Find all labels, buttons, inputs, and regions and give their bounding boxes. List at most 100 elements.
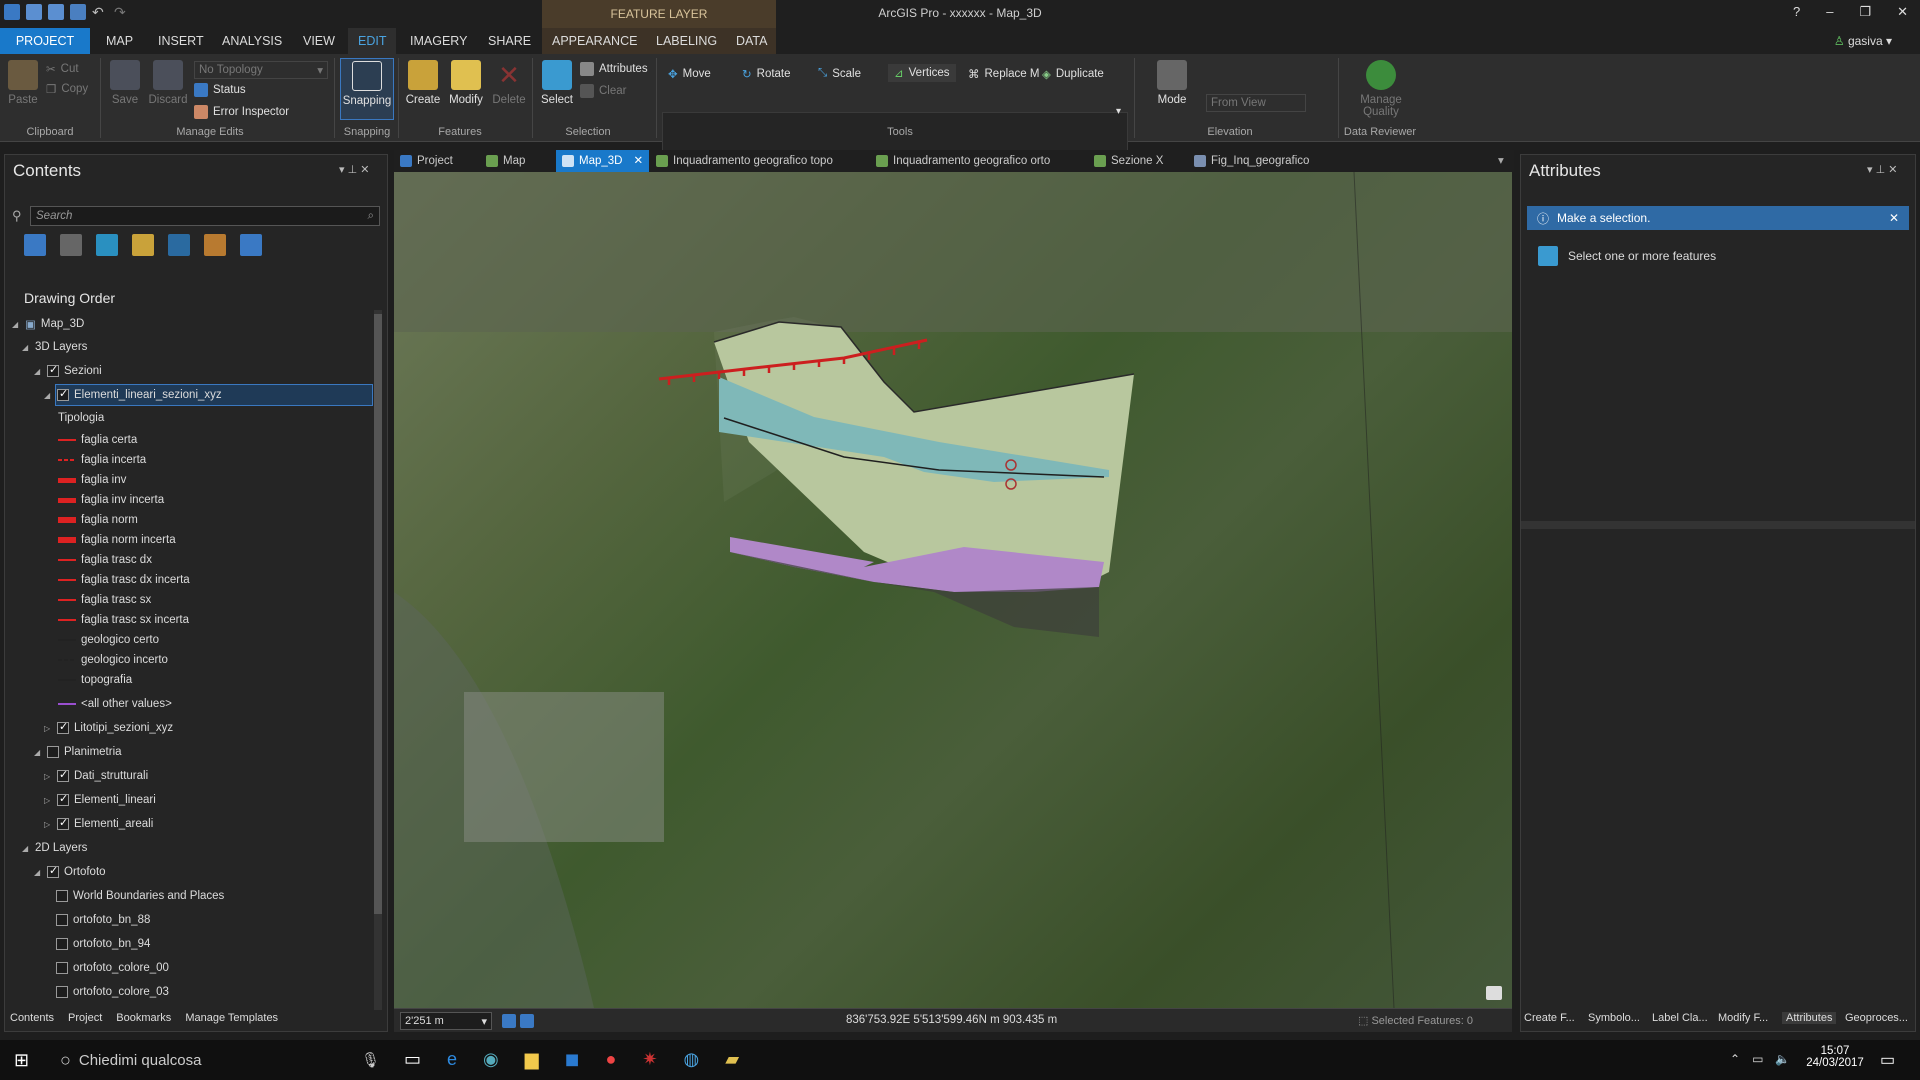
scale-dropdown[interactable]: 2'251 m ▾ (400, 1012, 492, 1030)
tree-node-sezioni[interactable]: ◢Sezioni (34, 363, 102, 377)
tab-bookmarks[interactable]: Bookmarks (116, 1012, 171, 1032)
layer-visibility-checkbox[interactable] (57, 768, 69, 782)
close-button[interactable]: ✕ (1897, 4, 1908, 20)
elevation-from-view-field[interactable]: From View (1206, 94, 1306, 112)
pane-options[interactable]: ▾ ⊥ ✕ (339, 163, 369, 176)
layer-visibility-checkbox[interactable] (56, 938, 68, 950)
restore-button[interactable]: ❐ (1859, 4, 1871, 20)
scrollbar-thumb[interactable] (374, 314, 382, 914)
edge-icon[interactable]: e (447, 1049, 457, 1070)
contents-scrollbar[interactable] (374, 310, 382, 1010)
tab-share[interactable]: SHARE (478, 28, 541, 54)
tree-node-ortofoto-bn-88[interactable]: ortofoto_bn_88 (56, 914, 150, 926)
tab-analysis[interactable]: ANALYSIS (212, 28, 292, 54)
tree-node-ortofoto-colore-03[interactable]: ortofoto_colore_03 (56, 986, 169, 998)
tree-node-dati-strutturali[interactable]: ▷Dati_strutturali (44, 768, 148, 782)
tree-node-ortofoto-bn-94[interactable]: ortofoto_bn_94 (56, 938, 150, 950)
tab-edit[interactable]: EDIT (348, 28, 397, 54)
task-view-icon[interactable]: ▭ (404, 1049, 421, 1070)
tab-project[interactable]: PROJECT (0, 28, 90, 54)
tab-contents[interactable]: Contents (10, 1012, 54, 1032)
volume-icon[interactable]: 🔈 (1775, 1052, 1790, 1066)
scene-canvas[interactable] (394, 171, 1512, 1009)
tree-node-map3d[interactable]: ◢ ▣ Map_3D (12, 317, 84, 331)
tab-data[interactable]: DATA (726, 28, 776, 54)
network-icon[interactable]: ▭ (1752, 1052, 1763, 1066)
doc-tab-fig-inq-geografico[interactable]: Fig_Inq_geografico (1194, 150, 1309, 172)
tab-insert[interactable]: INSERT (148, 28, 214, 54)
discard-button[interactable]: Discard (146, 60, 190, 106)
list-by-charts-icon[interactable] (240, 234, 262, 256)
layer-visibility-checkbox[interactable] (56, 914, 68, 926)
doc-tabs-overflow[interactable]: ▾ (1498, 150, 1504, 172)
create-button[interactable]: Create (404, 60, 442, 106)
tab-modify-features[interactable]: Modify F... (1718, 1012, 1768, 1024)
tab-geoprocessing[interactable]: Geoproces... (1845, 1012, 1908, 1024)
file-explorer-icon[interactable]: ▆ (525, 1049, 539, 1070)
outlook-icon[interactable]: ◼ (565, 1049, 580, 1070)
tree-node-elementi-lineari-sezioni[interactable]: ◢Elementi_lineari_sezioni_xyz (44, 387, 222, 401)
tree-node-2d-layers[interactable]: ◢ 2D Layers (22, 842, 87, 854)
replace-geometry-tool[interactable]: ⌘ Replace M (968, 67, 1039, 81)
action-center-icon[interactable]: ▭ (1880, 1050, 1895, 1070)
vertices-tool[interactable]: ⊿ Vertices (888, 64, 956, 82)
tab-create-features[interactable]: Create F... (1524, 1012, 1575, 1024)
contents-search-input[interactable]: Search ⌕ (30, 206, 380, 226)
view-tool-icon[interactable] (502, 1014, 516, 1028)
attributes-button[interactable]: Attributes (580, 62, 648, 76)
tab-appearance[interactable]: APPEARANCE (542, 28, 648, 54)
list-by-snapping-icon[interactable] (168, 234, 190, 256)
paste-button[interactable]: Paste (6, 60, 40, 106)
minimize-button[interactable]: – (1826, 4, 1833, 20)
tab-attributes[interactable]: Attributes (1782, 1012, 1837, 1024)
help-button[interactable]: ? (1793, 4, 1800, 20)
windows-start-icon[interactable]: ⊞ (14, 1050, 29, 1071)
tree-node-world-boundaries[interactable]: World Boundaries and Places (56, 890, 224, 902)
tree-node-litotipi[interactable]: ▷Litotipi_sezioni_xyz (44, 720, 173, 734)
tree-node-3d-layers[interactable]: ◢ 3D Layers (22, 341, 87, 353)
layer-visibility-checkbox[interactable] (57, 720, 69, 734)
layer-visibility-checkbox[interactable] (47, 864, 59, 878)
tree-node-planimetria[interactable]: ◢ Planimetria (34, 746, 122, 758)
close-icon[interactable]: ✕ (633, 150, 643, 172)
tab-labeling[interactable]: LABELING (646, 28, 728, 54)
filter-icon[interactable]: ⚲ (12, 208, 22, 224)
tree-node-ortofoto-colore-00[interactable]: ortofoto_colore_00 (56, 962, 169, 974)
user-account[interactable]: ♙ gasiva ▾ (1834, 34, 1892, 48)
list-by-selection-icon[interactable] (96, 234, 118, 256)
clock[interactable]: 15:07 24/03/2017 (1800, 1045, 1870, 1069)
tree-node-elementi-lineari[interactable]: ▷Elementi_lineari (44, 792, 156, 806)
layer-visibility-checkbox[interactable] (56, 962, 68, 974)
move-tool[interactable]: ✥ Move (668, 67, 711, 81)
chevron-up-icon[interactable]: ⌃ (1730, 1052, 1740, 1066)
tools-gallery-expand[interactable]: ▾ (1116, 106, 1121, 117)
doc-tab-inquadramento-orto[interactable]: Inquadramento geografico orto (876, 150, 1050, 172)
chrome-icon[interactable]: ● (606, 1049, 617, 1070)
close-icon[interactable]: ✕ (1889, 211, 1899, 225)
pane-splitter[interactable] (1521, 521, 1915, 529)
selected-features-count[interactable]: ⬚ Selected Features: 0 (1358, 1014, 1473, 1027)
layer-visibility-checkbox[interactable] (56, 986, 68, 998)
tab-manage-templates[interactable]: Manage Templates (185, 1012, 278, 1032)
doc-tab-sezione-x[interactable]: Sezione X (1094, 150, 1163, 172)
tool-app-icon[interactable]: ✷ (642, 1049, 657, 1070)
tree-node-elementi-areali[interactable]: ▷Elementi_areali (44, 816, 153, 830)
layer-visibility-checkbox[interactable] (57, 792, 69, 806)
tab-imagery[interactable]: IMAGERY (400, 28, 477, 54)
tab-view[interactable]: VIEW (293, 28, 345, 54)
view-tool-icon[interactable] (520, 1014, 534, 1028)
archive-app-icon[interactable]: ▰ (725, 1049, 739, 1070)
elevation-mode-button[interactable]: Mode (1148, 60, 1196, 106)
tab-map[interactable]: MAP (96, 28, 143, 54)
tab-symbology[interactable]: Symbolo... (1588, 1012, 1640, 1024)
layer-visibility-checkbox[interactable] (57, 387, 69, 401)
modify-button[interactable]: Modify (446, 60, 486, 106)
layer-visibility-checkbox[interactable] (47, 363, 59, 377)
scene-view[interactable] (394, 171, 1512, 1009)
select-button[interactable]: Select (538, 60, 576, 106)
status-button[interactable]: Status (194, 83, 246, 97)
doc-tab-project[interactable]: Project (400, 150, 453, 172)
pane-options[interactable]: ▾ ⊥ ✕ (1867, 163, 1897, 176)
list-by-editing-icon[interactable] (132, 234, 154, 256)
arcgis-pro-icon[interactable]: ◍ (684, 1049, 700, 1070)
